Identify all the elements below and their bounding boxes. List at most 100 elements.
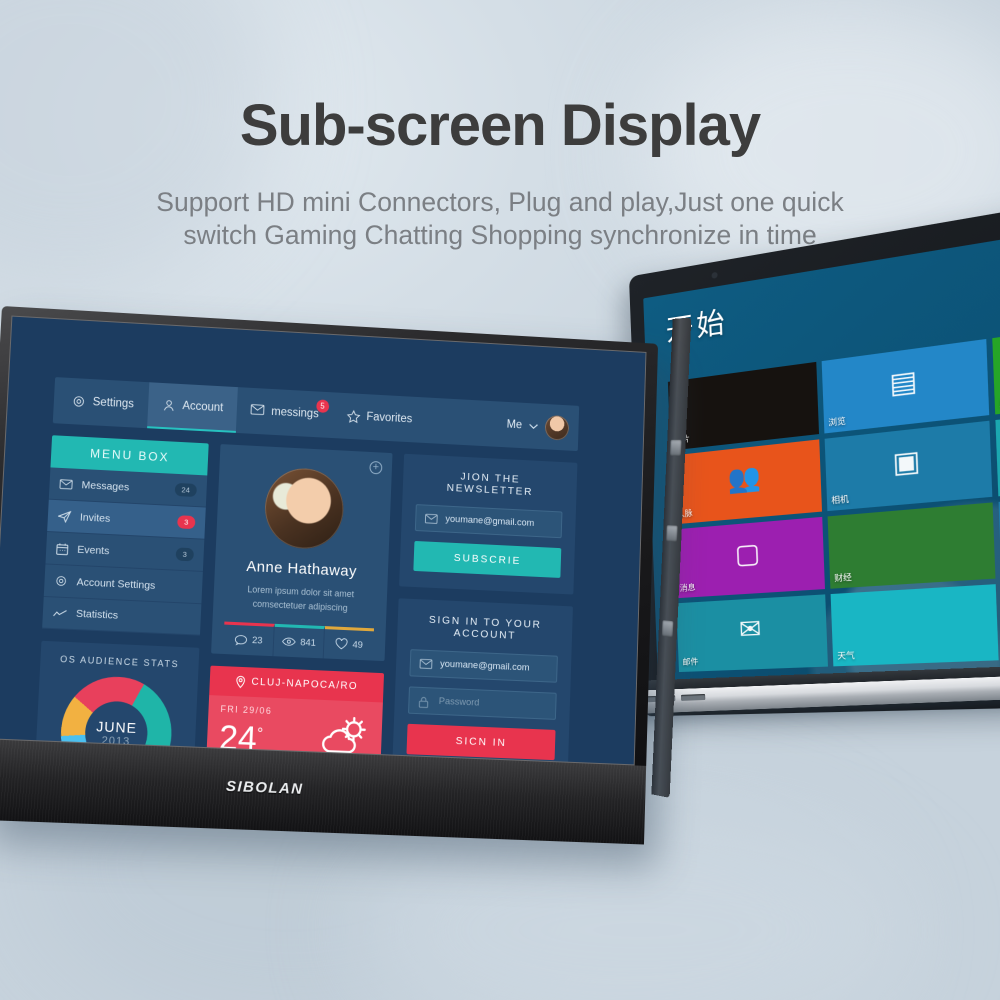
menu-item-statistics[interactable]: Statistics: [42, 596, 202, 636]
profile-stat-likes[interactable]: 49: [323, 626, 375, 661]
store-tile[interactable]: 🛍应用商店: [992, 326, 1000, 415]
portable-monitor-device: Settings Account messings 5 Favorites Me…: [0, 306, 692, 886]
nav-item-favorites[interactable]: Favorites: [331, 392, 426, 443]
skydrive-tile[interactable]: ☁SkyDrive: [995, 410, 1000, 497]
dashboard-grid: MENU BOX Messages 24 Invites 3 Events 3 Accoun…: [30, 435, 578, 766]
chart-line-icon: [53, 608, 68, 618]
dashboard-column-left: MENU BOX Messages 24 Invites 3 Events 3 Accoun…: [30, 435, 209, 766]
star-icon: [346, 409, 360, 424]
subscribe-button[interactable]: SUBSCRIE: [413, 540, 562, 578]
monitor-side-panel: [651, 317, 692, 798]
nav-item-label: Favorites: [366, 411, 413, 426]
promo-headline: Sub-screen Display: [239, 93, 761, 158]
signin-button[interactable]: SICN IN: [406, 723, 556, 761]
envelope-icon: [419, 658, 432, 669]
promo-subline-line1: Support HD mini Connectors, Plug and pla…: [156, 187, 844, 217]
nav-item-label: Account: [182, 400, 224, 415]
laptop-screen: 开始 照片▤浏览🛍应用商店♪音乐👥人脉▣相机☁SkyDrive🐧腾讯QQ▢消息财…: [643, 230, 1000, 706]
people-tile[interactable]: 👥 人脉: [670, 439, 823, 525]
menu-box-card: MENU BOX Messages 24 Invites 3 Events 3 Accoun…: [42, 435, 209, 636]
nav-item-account[interactable]: Account: [146, 382, 238, 433]
profile-stat-value: 841: [300, 636, 317, 649]
envelope-icon: [425, 513, 438, 524]
signin-email-value: youmane@gmail.com: [439, 658, 530, 674]
location-pin-icon: [235, 675, 245, 689]
nav-item-messings[interactable]: messings 5: [236, 387, 333, 438]
monitor-display: Settings Account messings 5 Favorites Me…: [0, 315, 647, 766]
tile-caption: 相机: [831, 494, 849, 506]
mail-tile[interactable]: ✉ 邮件: [676, 594, 828, 673]
menu-item-label: Invites: [79, 510, 111, 525]
donut-center-primary: JUNE: [95, 717, 138, 737]
windows-start-screen: 开始 照片▤浏览🛍应用商店♪音乐👥人脉▣相机☁SkyDrive🐧腾讯QQ▢消息财…: [643, 230, 1000, 706]
paperplane-icon: [58, 510, 72, 523]
gear-icon: [72, 394, 87, 409]
browser-icon: ▤: [888, 364, 918, 401]
chevron-down-icon: [529, 422, 539, 429]
windows-tile-grid: 照片▤浏览🛍应用商店♪音乐👥人脉▣相机☁SkyDrive🐧腾讯QQ▢消息财经🏆游…: [667, 318, 1000, 673]
profile-stat-value: 49: [352, 638, 364, 651]
menu-item-label: Statistics: [75, 607, 119, 622]
signin-title: SIGN IN TO YOUR ACCOUNT: [428, 613, 542, 642]
eye-icon: [281, 636, 296, 647]
newsletter-title: JION THE NEWSLETTER: [446, 470, 534, 499]
user-menu-label: Me: [506, 418, 523, 432]
profile-avatar: [263, 466, 346, 551]
dashboard-column-right: JION THE NEWSLETTER youmane@gmail.com SU…: [388, 453, 578, 766]
lock-icon: [418, 695, 431, 706]
people-icon: 👥: [727, 461, 762, 496]
dashboard-ui: Settings Account messings 5 Favorites Me…: [0, 316, 646, 766]
messaging-tile[interactable]: ▢ 消息: [673, 516, 825, 599]
user-menu[interactable]: Me: [506, 412, 579, 441]
mail-icon: ✉: [738, 613, 762, 646]
chart-title: OS AUDIENCE STATS: [59, 653, 180, 670]
newsletter-email-field[interactable]: youmane@gmail.com: [414, 504, 563, 539]
menu-item-badge: 3: [175, 547, 195, 562]
profile-stat-comments[interactable]: 23: [222, 621, 275, 657]
profile-stats: 23 841 49: [222, 621, 375, 661]
profile-card: + Anne Hathaway Lorem ipsum dolor sit am…: [211, 444, 393, 662]
browser-tile[interactable]: ▤ 浏览: [821, 338, 990, 434]
nav-item-settings[interactable]: Settings: [57, 377, 149, 428]
messings-badge: 5: [315, 399, 330, 413]
laptop-webcam-icon: [711, 271, 718, 279]
comment-icon: [234, 634, 247, 646]
profile-name: Anne Hathaway: [246, 557, 358, 581]
usb-c-port: [661, 620, 674, 638]
promo-subline-line2: switch Gaming Chatting Shopping synchron…: [183, 220, 817, 250]
tile-caption: 财经: [834, 572, 852, 584]
heart-icon: [335, 638, 348, 651]
menu-box-list: Messages 24 Invites 3 Events 3 Account Setting…: [42, 467, 208, 636]
weather-location-label: CLUJ-NAPOCA/RO: [251, 676, 359, 693]
add-icon[interactable]: +: [369, 460, 383, 475]
tile-caption: 浏览: [828, 416, 846, 428]
camera-icon: ▣: [891, 444, 921, 481]
signin-panel: SIGN IN TO YOUR ACCOUNT youmane@gmail.co…: [391, 598, 573, 766]
news-tile[interactable]: 财经: [827, 502, 996, 589]
calendar-icon: [56, 542, 69, 555]
nav-item-label: messings: [271, 405, 319, 421]
dashboard-content: Settings Account messings 5 Favorites Me…: [30, 377, 580, 766]
menu-item-badge: 3: [176, 515, 196, 530]
tile-caption: 天气: [837, 650, 855, 661]
messaging-icon: ▢: [734, 537, 761, 571]
promo-image: Sub-screen Display Support HD mini Conne…: [0, 0, 1000, 1000]
user-icon: [161, 398, 175, 413]
camera-tile[interactable]: ▣ 相机: [824, 420, 993, 512]
sun-behind-cloud-icon: [316, 714, 371, 757]
signin-email-field[interactable]: youmane@gmail.com: [409, 649, 558, 683]
monitor-brand-logo: SIBOLAN: [225, 777, 304, 799]
mini-hdmi-port: [669, 439, 682, 456]
menu-item-label: Account Settings: [76, 575, 156, 592]
signin-password-field[interactable]: Password: [407, 686, 557, 720]
profile-stat-views[interactable]: 841: [273, 623, 325, 659]
newsletter-email-value: youmane@gmail.com: [445, 513, 535, 529]
menu-item-badge: 24: [174, 482, 197, 498]
mini-hdmi-port: [666, 525, 678, 542]
weather-tile[interactable]: 天气: [830, 584, 999, 667]
promo-subline: Support HD mini Connectors, Plug and pla…: [110, 186, 890, 252]
avatar[interactable]: [544, 414, 570, 441]
monitor-body: Settings Account messings 5 Favorites Me…: [0, 306, 659, 845]
menu-item-label: Messages: [81, 478, 130, 494]
profile-description: Lorem ipsum dolor sit amet comsectetuer …: [247, 584, 355, 614]
